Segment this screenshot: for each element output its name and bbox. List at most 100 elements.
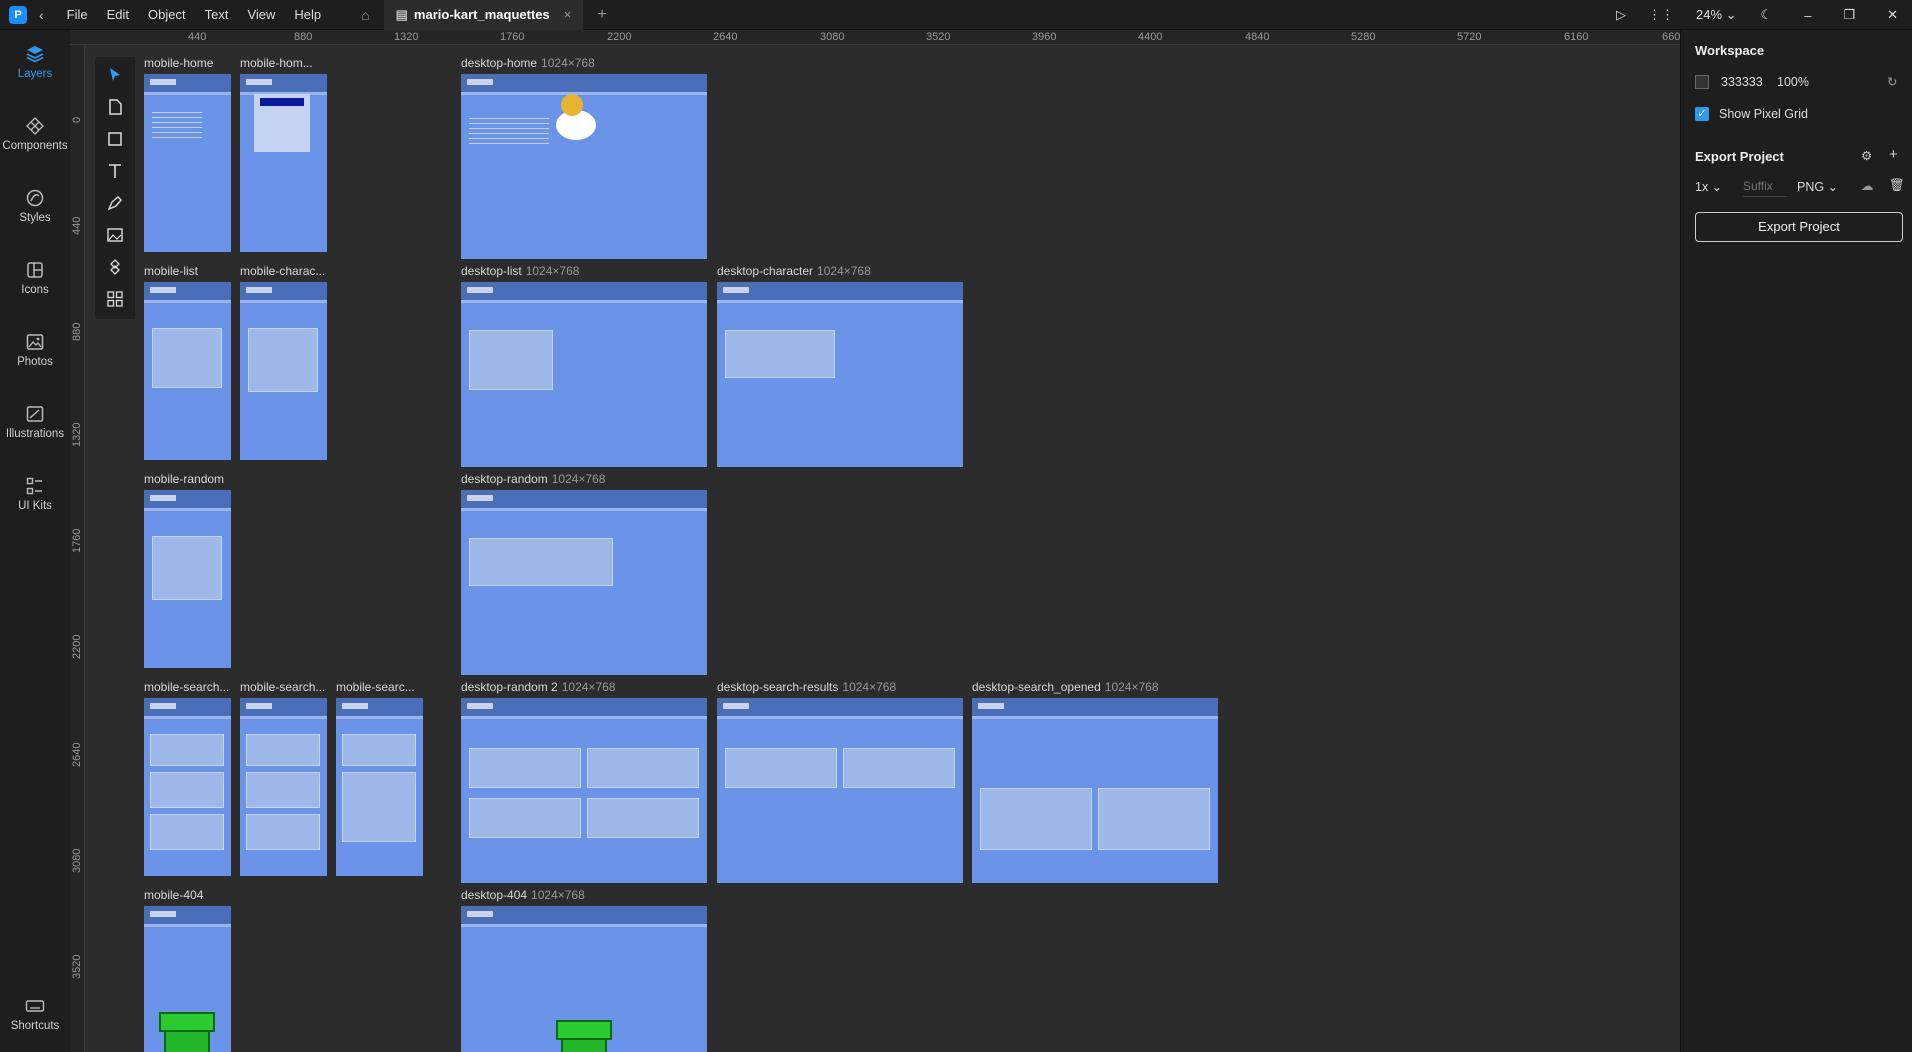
menu-object[interactable]: Object [139, 7, 196, 22]
board-label[interactable]: mobile-list [144, 264, 198, 278]
add-tab-icon[interactable]: + [597, 6, 606, 24]
board-desktop-404[interactable] [461, 906, 707, 1052]
board-dimensions: 1024×768 [842, 680, 897, 694]
board-desktop-list[interactable] [461, 282, 707, 467]
close-tab-icon[interactable]: × [564, 7, 572, 22]
menu-file[interactable]: File [58, 7, 98, 22]
back-icon[interactable]: ‹ [39, 7, 44, 23]
board-label[interactable]: desktop-character 1024×768 [717, 264, 871, 278]
image-tool-icon[interactable] [105, 225, 125, 245]
board-mobile-random[interactable] [144, 490, 231, 668]
add-export-icon[interactable]: + [1889, 146, 1898, 163]
reset-icon[interactable]: ↻ [1887, 74, 1897, 89]
export-scale-select[interactable]: 1x ⌄ [1695, 179, 1722, 194]
board-desktop-home[interactable] [461, 74, 707, 259]
document-tab[interactable]: ▤ mario-kart_maquettes × [383, 0, 584, 30]
board-mobile-search-1[interactable] [144, 698, 231, 876]
ruler-tick-label: 5720 [1457, 31, 1482, 43]
sidebar-item-layers[interactable]: Layers [0, 44, 70, 80]
pen-tool-icon[interactable] [105, 193, 125, 213]
sidebar-label: Components [2, 140, 68, 152]
board-desktop-character[interactable] [717, 282, 963, 467]
select-tool-icon[interactable] [105, 65, 125, 85]
board-label[interactable]: mobile-searc... [336, 680, 415, 694]
ruler-tick-label: 660 [1662, 31, 1680, 43]
sidebar-item-icons[interactable]: Icons [0, 260, 70, 296]
export-settings-icon[interactable]: ⚙ [1861, 148, 1872, 163]
background-color-swatch[interactable] [1695, 75, 1709, 89]
zoom-select[interactable]: 24% ⌄ [1696, 7, 1737, 23]
board-mobile-home-menu[interactable] [240, 74, 327, 252]
rectangle-tool-icon[interactable] [105, 129, 125, 149]
board-mobile-search-3[interactable] [336, 698, 423, 876]
board-name: mobile-charac... [240, 264, 326, 278]
sidebar-item-shortcuts[interactable]: Shortcuts [0, 996, 70, 1032]
dark-mode-icon[interactable]: ☾ [1761, 7, 1773, 23]
board-label[interactable]: desktop-random 2 1024×768 [461, 680, 615, 694]
restore-icon[interactable]: ❐ [1843, 7, 1855, 23]
board-label[interactable]: mobile-search... [144, 680, 229, 694]
board-label[interactable]: desktop-list 1024×768 [461, 264, 579, 278]
board-desktop-search-opened[interactable] [972, 698, 1218, 883]
menu-text[interactable]: Text [196, 7, 239, 22]
text-tool-icon[interactable] [105, 161, 125, 181]
delete-export-icon[interactable]: 🗑 [1889, 178, 1905, 193]
board-name: desktop-404 [461, 888, 528, 902]
board-name: mobile-home [144, 56, 214, 70]
board-label[interactable]: mobile-404 [144, 888, 203, 902]
board-label[interactable]: mobile-random [144, 472, 224, 486]
pixel-grid-checkbox[interactable]: ✓ [1695, 107, 1709, 121]
export-suffix-input[interactable] [1743, 175, 1787, 197]
export-project-button[interactable]: Export Project [1695, 212, 1903, 242]
board-desktop-search-results[interactable] [717, 698, 963, 883]
menu-edit[interactable]: Edit [98, 7, 139, 22]
board-label[interactable]: mobile-search... [240, 680, 325, 694]
grid-icon[interactable]: ⋮⋮ [1648, 7, 1674, 23]
sidebar-item-illustrations[interactable]: Illustrations [0, 404, 70, 440]
sidebar-item-photos[interactable]: Photos [0, 332, 70, 368]
board-dimensions: 1024×768 [1104, 680, 1159, 694]
background-color-value[interactable]: 333333 [1721, 75, 1763, 89]
sidebar-label: Icons [21, 284, 49, 296]
export-format-select[interactable]: PNG ⌄ [1797, 179, 1838, 194]
board-mobile-404[interactable] [144, 906, 231, 1052]
board-dimensions: 1024×768 [551, 472, 606, 486]
minimize-icon[interactable]: – [1804, 8, 1811, 23]
ruler-tick-label: 4400 [1138, 31, 1163, 43]
board-name: desktop-home [461, 56, 538, 70]
sidebar-item-ui-kits[interactable]: UI Kits [0, 476, 70, 512]
board-mobile-search-2[interactable] [240, 698, 327, 876]
menu-help[interactable]: Help [285, 7, 331, 22]
grid-tool-icon[interactable] [105, 289, 125, 309]
board-desktop-random-2[interactable] [461, 698, 707, 883]
board-label[interactable]: desktop-random 1024×768 [461, 472, 605, 486]
home-icon[interactable]: ⌂ [361, 7, 369, 23]
board-label[interactable]: mobile-home [144, 56, 213, 70]
cloud-export-icon[interactable]: ☁ [1861, 178, 1874, 193]
play-icon[interactable]: ▷ [1616, 7, 1626, 23]
board-label[interactable]: desktop-home 1024×768 [461, 56, 595, 70]
board-name: desktop-character [717, 264, 814, 278]
close-window-icon[interactable]: ✕ [1887, 7, 1898, 23]
frame-tool-icon[interactable] [105, 97, 125, 117]
board-label[interactable]: desktop-search_opened 1024×768 [972, 680, 1159, 694]
app-logo-icon[interactable]: P [9, 5, 27, 24]
board-mobile-list[interactable] [144, 282, 231, 460]
sidebar-item-styles[interactable]: Styles [0, 188, 70, 224]
sidebar-item-components[interactable]: Components [0, 116, 70, 152]
board-desktop-random[interactable] [461, 490, 707, 675]
board-label[interactable]: desktop-404 1024×768 [461, 888, 585, 902]
character-image [561, 94, 583, 116]
board-label[interactable]: mobile-charac... [240, 264, 325, 278]
menu-view[interactable]: View [238, 7, 285, 22]
board-mobile-character[interactable] [240, 282, 327, 460]
export-format-value: PNG [1797, 180, 1825, 194]
board-label[interactable]: desktop-search-results 1024×768 [717, 680, 896, 694]
ruler-tick-label: 4840 [1245, 31, 1270, 43]
document-icon: ▤ [395, 6, 408, 22]
background-opacity-value[interactable]: 100% [1777, 75, 1809, 89]
board-label[interactable]: mobile-hom... [240, 56, 313, 70]
component-tool-icon[interactable] [105, 257, 125, 277]
board-mobile-home[interactable] [144, 74, 231, 252]
export-title: Export Project [1695, 149, 1784, 164]
